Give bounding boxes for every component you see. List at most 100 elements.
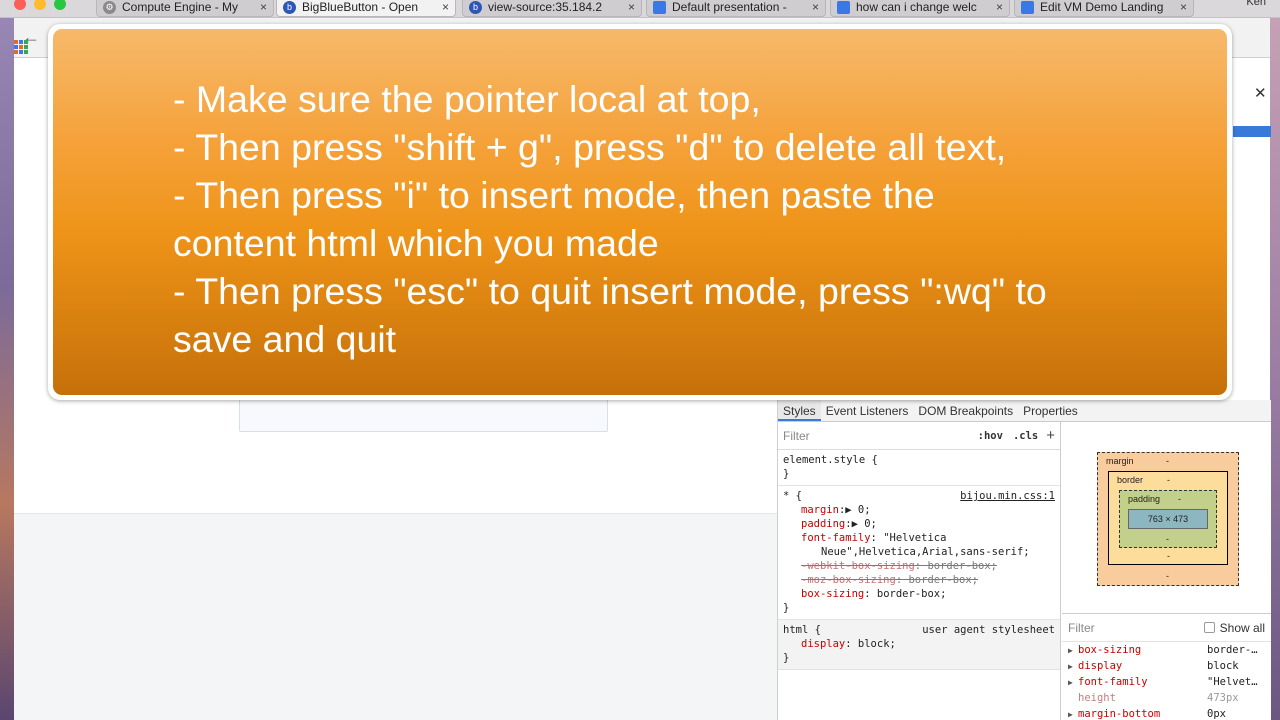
expand-triangle-icon[interactable]: ▶	[1068, 710, 1078, 719]
document-icon	[1021, 0, 1034, 14]
show-all-checkbox[interactable]	[1203, 622, 1215, 633]
tab-close-icon[interactable]: ×	[260, 0, 267, 14]
border-bottom-value: -	[1167, 551, 1170, 561]
window-zoom-button[interactable]	[54, 0, 66, 10]
computed-property-name: margin-bottom	[1078, 708, 1161, 720]
padding-label: padding	[1128, 494, 1161, 504]
border-top-value: -	[1167, 475, 1170, 485]
profile-button[interactable]: Ken	[1246, 0, 1266, 8]
instruction-line: - Then press "shift + g", press "d" to d…	[173, 126, 1007, 168]
desktop-wallpaper-left	[0, 0, 14, 720]
tab-close-icon[interactable]: ×	[996, 0, 1003, 14]
tab-bigbluebutton[interactable]: b BigBlueButton - Open ×	[276, 0, 456, 17]
tab-change-welcome[interactable]: how can i change welc ×	[830, 0, 1010, 17]
padding-top-value: -	[1178, 494, 1181, 504]
computed-property-row[interactable]: ▶ font-family "Helvet…	[1062, 674, 1271, 690]
computed-property-value: block	[1207, 660, 1239, 672]
tab-title: BigBlueButton - Open	[302, 0, 419, 14]
tab-event-listeners[interactable]: Event Listeners	[821, 400, 914, 421]
computed-property-value: 0px	[1207, 708, 1226, 720]
instruction-overlay: - Make sure the pointer local at top, - …	[48, 24, 1232, 400]
bigbluebutton-icon: b	[469, 0, 482, 14]
computed-property-name: font-family	[1078, 676, 1148, 688]
browser-tab-strip: ⚙ Compute Engine - My × b BigBlueButton …	[0, 0, 1280, 18]
add-rule-button[interactable]: +	[1046, 427, 1055, 444]
declaration-margin[interactable]: margin:▶ 0;	[783, 503, 1055, 517]
rule-selector: html {	[783, 624, 821, 636]
declaration-font-family[interactable]: font-family: "Helvetica	[783, 531, 1055, 545]
close-icon[interactable]: ✕	[1254, 84, 1267, 102]
tab-default-presentation[interactable]: Default presentation - ×	[646, 0, 826, 17]
margin-label: margin	[1106, 456, 1134, 466]
window-minimize-button[interactable]	[34, 0, 46, 10]
rule-close-brace: }	[783, 652, 790, 664]
padding-bottom-value: -	[1166, 534, 1169, 544]
computed-pane: Filter Show all ▶ box-sizing border-… ▶ …	[1062, 613, 1271, 720]
border-label: border	[1117, 475, 1144, 485]
rule-selector: * {	[783, 490, 802, 502]
window-close-button[interactable]	[14, 0, 26, 10]
instruction-line: - Make sure the pointer local at top,	[173, 78, 761, 120]
expand-triangle-icon[interactable]: ▶	[1068, 678, 1078, 687]
html-user-agent-rule[interactable]: html { user agent stylesheet display: bl…	[778, 620, 1060, 670]
computed-property-row[interactable]: ▶ box-sizing border-…	[1062, 642, 1271, 658]
declaration-display[interactable]: display: block;	[783, 637, 1055, 651]
instruction-line: content html which you made	[173, 222, 659, 264]
styles-filter-input[interactable]: Filter	[783, 429, 968, 443]
computed-property-value: "Helvet…	[1207, 676, 1258, 688]
show-all-label: Show all	[1219, 620, 1265, 635]
styles-pane: Filter :hov .cls + element.style { } * {…	[778, 422, 1061, 720]
box-model-margin[interactable]: margin - - border - - padding - - 763 × …	[1097, 452, 1239, 586]
computed-filter-input[interactable]: Filter	[1068, 621, 1204, 635]
tab-close-icon[interactable]: ×	[1180, 0, 1187, 14]
declaration-webkit-box-sizing[interactable]: -webkit-box-sizing: border-box;	[783, 559, 1055, 573]
instruction-card: - Make sure the pointer local at top, - …	[53, 29, 1227, 395]
element-style-rule[interactable]: element.style { }	[778, 450, 1060, 486]
tab-close-icon[interactable]: ×	[628, 0, 635, 14]
tab-edit-vm-demo[interactable]: Edit VM Demo Landing ×	[1014, 0, 1194, 17]
margin-bottom-value: -	[1166, 571, 1169, 581]
selected-node-highlight	[1233, 126, 1271, 137]
computed-property-value: border-…	[1207, 644, 1258, 656]
tab-dom-breakpoints[interactable]: DOM Breakpoints	[913, 400, 1018, 421]
universal-style-rule[interactable]: * { bijou.min.css:1 margin:▶ 0; padding:…	[778, 486, 1060, 620]
document-icon	[837, 0, 850, 14]
computed-property-row[interactable]: ▶ display block	[1062, 658, 1271, 674]
page-footer-area	[14, 513, 777, 720]
tab-title: Default presentation -	[672, 0, 787, 14]
declaration-padding[interactable]: padding:▶ 0;	[783, 517, 1055, 531]
box-model-padding[interactable]: padding - - 763 × 473	[1119, 490, 1217, 548]
tab-view-source[interactable]: b view-source:35.184.2 ×	[462, 0, 642, 17]
box-model-content-size[interactable]: 763 × 473	[1128, 509, 1208, 529]
tab-styles[interactable]: Styles	[778, 400, 821, 421]
desktop-wallpaper-right	[1270, 0, 1280, 720]
bigbluebutton-icon: b	[283, 0, 296, 14]
expand-triangle-icon[interactable]: ▶	[1068, 662, 1078, 671]
computed-property-name: height	[1078, 692, 1116, 704]
tab-compute-engine[interactable]: ⚙ Compute Engine - My ×	[96, 0, 274, 17]
tab-close-icon[interactable]: ×	[442, 0, 449, 14]
document-icon	[653, 0, 666, 14]
tab-title: view-source:35.184.2	[488, 0, 603, 14]
apps-grid-icon[interactable]	[14, 40, 28, 54]
tab-title: Edit VM Demo Landing	[1040, 0, 1164, 14]
computed-property-name: display	[1078, 660, 1123, 672]
show-all-toggle[interactable]: Show all	[1203, 620, 1265, 635]
class-toggle[interactable]: .cls	[1013, 430, 1038, 442]
hover-state-toggle[interactable]: :hov	[978, 430, 1003, 442]
declaration-box-sizing[interactable]: box-sizing: border-box;	[783, 587, 1055, 601]
declaration-font-family-continued: Neue",Helvetica,Arial,sans-serif;	[821, 546, 1030, 558]
devtools-subtabs: Styles Event Listeners DOM Breakpoints P…	[778, 400, 1271, 422]
computed-property-name: box-sizing	[1078, 644, 1142, 656]
computed-property-row[interactable]: ▶ margin-bottom 0px	[1062, 706, 1271, 720]
declaration-moz-box-sizing[interactable]: -moz-box-sizing: border-box;	[783, 573, 1055, 587]
styles-filter-row: Filter :hov .cls +	[778, 422, 1060, 450]
rule-close-brace: }	[783, 602, 790, 614]
box-model-border[interactable]: border - - padding - - 763 × 473	[1108, 471, 1228, 565]
tab-close-icon[interactable]: ×	[812, 0, 819, 14]
expand-triangle-icon[interactable]: ▶	[1068, 646, 1078, 655]
box-model-diagram: margin - - border - - padding - - 763 × …	[1062, 422, 1271, 613]
tab-properties[interactable]: Properties	[1018, 400, 1083, 421]
computed-property-row[interactable]: height 473px	[1062, 690, 1271, 706]
stylesheet-link[interactable]: bijou.min.css:1	[960, 489, 1055, 503]
